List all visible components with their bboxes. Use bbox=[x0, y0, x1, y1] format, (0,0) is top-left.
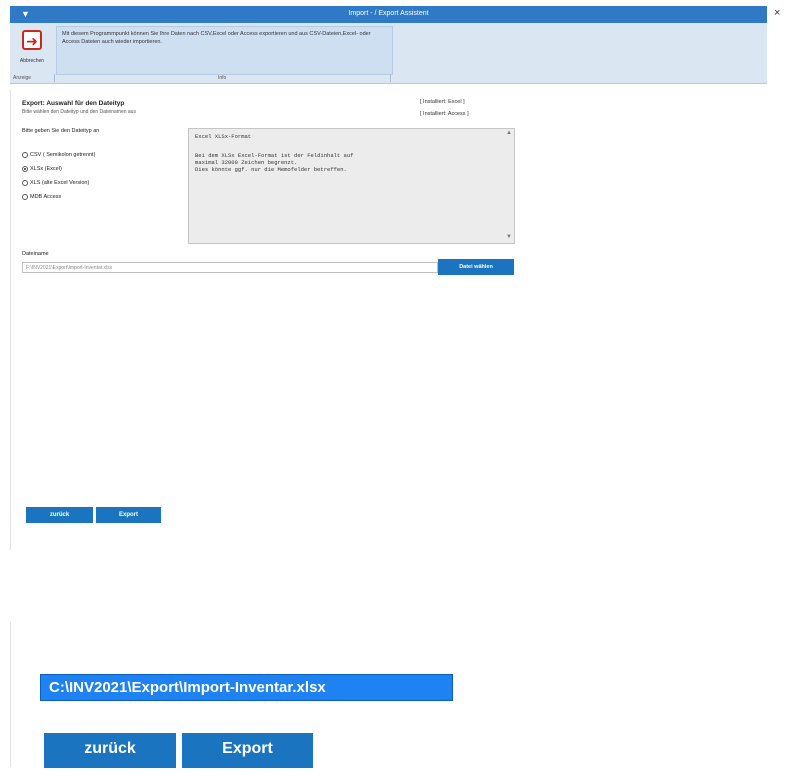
radio-mdb[interactable]: MDB Access bbox=[22, 194, 61, 200]
window-title: Import - / Export Assistent bbox=[348, 10, 429, 17]
page-title: Export: Auswahl für den Dateityp bbox=[22, 100, 125, 107]
info-text: Mit diesem Programmpunkt können Sie Ihre… bbox=[62, 31, 371, 45]
zoomed-back-button[interactable]: zurück bbox=[44, 733, 176, 768]
zoomed-export-button[interactable]: Export bbox=[182, 733, 313, 768]
window-border bbox=[10, 622, 11, 767]
radio-circle[interactable] bbox=[22, 194, 28, 200]
scroll-down-icon[interactable]: ▼ bbox=[506, 234, 512, 240]
radio-circle[interactable] bbox=[22, 166, 28, 172]
scroll-up-icon[interactable]: ▲ bbox=[506, 130, 512, 136]
close-icon[interactable]: × bbox=[774, 7, 780, 19]
info-line: Dies könnte ggf. nur die Memofelder betr… bbox=[195, 166, 347, 173]
filename-input[interactable]: F:\INV2021\Export\Import-Inventar.xlsx bbox=[22, 262, 438, 273]
exit-arrow-icon: ➜ bbox=[22, 30, 42, 50]
radio-circle[interactable] bbox=[22, 180, 28, 186]
filename-label: Dateiname bbox=[22, 251, 49, 257]
radio-xls[interactable]: XLS (alte Excel Version) bbox=[22, 180, 89, 186]
cancel-button[interactable]: ➜ Abbrechen bbox=[12, 28, 52, 68]
back-button[interactable]: zurück bbox=[26, 507, 93, 523]
radio-label: MDB Access bbox=[30, 194, 62, 200]
title-bar: ▼ Import - / Export Assistent bbox=[10, 6, 767, 23]
info-line: Excel XLSx-Format bbox=[195, 133, 252, 140]
group-separator bbox=[390, 74, 391, 82]
export-button[interactable]: Export bbox=[96, 507, 161, 523]
installed-excel-label: [ Installiert: Excel ] bbox=[420, 99, 465, 105]
cancel-label: Abbrechen bbox=[19, 58, 45, 64]
group-separator bbox=[54, 74, 55, 82]
group-label-info: Info bbox=[218, 75, 227, 81]
radio-csv[interactable]: CSV ( Semikolon getrennt) bbox=[22, 152, 95, 158]
radio-label: XLSx (Excel) bbox=[30, 166, 62, 172]
choose-file-button[interactable]: Datei wählen bbox=[438, 259, 514, 275]
format-info-textbox[interactable]: Excel XLSx-Format Bei dem XLSx Excel-For… bbox=[188, 128, 515, 244]
info-line: Bei dem XLSx Excel-Format ist der Feldin… bbox=[195, 152, 354, 159]
radio-xlsx[interactable]: XLSx (Excel) bbox=[22, 166, 62, 172]
radio-circle[interactable] bbox=[22, 152, 28, 158]
installed-access-label: [ Installiert: Access ] bbox=[420, 111, 469, 117]
radio-label: CSV ( Semikolon getrennt) bbox=[30, 152, 96, 158]
window-border bbox=[10, 90, 11, 550]
zoomed-filename-field[interactable]: C:\INV2021\Export\Import-Inventar.xlsx bbox=[40, 674, 453, 701]
radio-label: XLS (alte Excel Version) bbox=[30, 180, 90, 186]
info-line: maximal 32000 Zeichen begrenzt. bbox=[195, 159, 298, 166]
page-subtitle: Bitte wählen den Dateityp und den Datein… bbox=[22, 109, 136, 115]
filetype-prompt: Bitte geben Sie den Dateityp an bbox=[22, 128, 100, 134]
group-label-anzeige: Anzeige bbox=[13, 75, 32, 81]
